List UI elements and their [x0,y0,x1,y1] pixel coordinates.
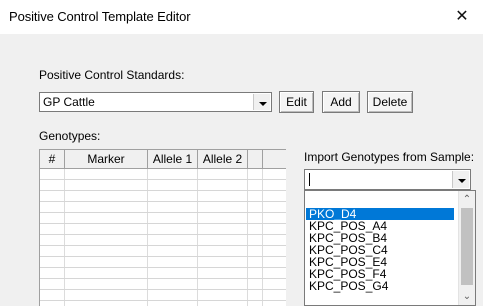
column-header-allele-2[interactable]: Allele 2 [198,150,248,169]
scrollbar-thumb[interactable] [461,208,473,285]
close-icon[interactable]: ✕ [441,0,483,34]
scroll-up-icon[interactable]: ⌃ [459,191,475,208]
standards-dropdown[interactable]: GP Cattle [39,92,272,112]
scroll-down-icon[interactable]: ⌄ [459,288,475,305]
table-row[interactable] [40,268,286,279]
column-header-extra[interactable] [248,150,263,169]
import-label: Import Genotypes from Sample: [304,150,475,164]
table-row[interactable] [40,180,286,191]
genotypes-grid[interactable]: # Marker Allele 1 Allele 2 [39,149,286,306]
window-title: Positive Control Template Editor [9,9,191,24]
list-item[interactable]: KPC_POS_G4 [306,280,454,292]
import-sample-list[interactable]: PKO_D4 KPC_POS_A4 KPC_POS_B4 KPC_POS_C4 … [304,190,476,306]
table-row[interactable] [40,235,286,246]
standards-label: Positive Control Standards: [39,68,185,82]
table-row[interactable] [40,191,286,202]
edit-button[interactable]: Edit [279,91,314,113]
add-button[interactable]: Add [322,91,360,113]
genotypes-label: Genotypes: [39,129,101,143]
table-row[interactable] [40,290,286,301]
table-row[interactable] [40,169,286,180]
table-row[interactable] [40,257,286,268]
import-sample-dropdown[interactable] [304,169,471,190]
column-header-number[interactable]: # [40,150,65,169]
delete-button[interactable]: Delete [367,91,413,113]
table-row[interactable] [40,246,286,257]
column-header-allele-1[interactable]: Allele 1 [148,150,198,169]
list-scrollbar[interactable]: ⌃ ⌄ [458,191,475,305]
chevron-down-icon[interactable] [452,171,469,188]
grid-header: # Marker Allele 1 Allele 2 [40,150,286,169]
table-row[interactable] [40,202,286,213]
table-row[interactable] [40,279,286,290]
text-caret [309,173,310,186]
column-header-marker[interactable]: Marker [65,150,148,169]
standards-selected: GP Cattle [43,95,95,109]
chevron-down-icon[interactable] [253,94,270,110]
table-row[interactable] [40,213,286,224]
title-bar: Positive Control Template Editor ✕ [0,0,483,34]
table-row[interactable] [40,224,286,235]
